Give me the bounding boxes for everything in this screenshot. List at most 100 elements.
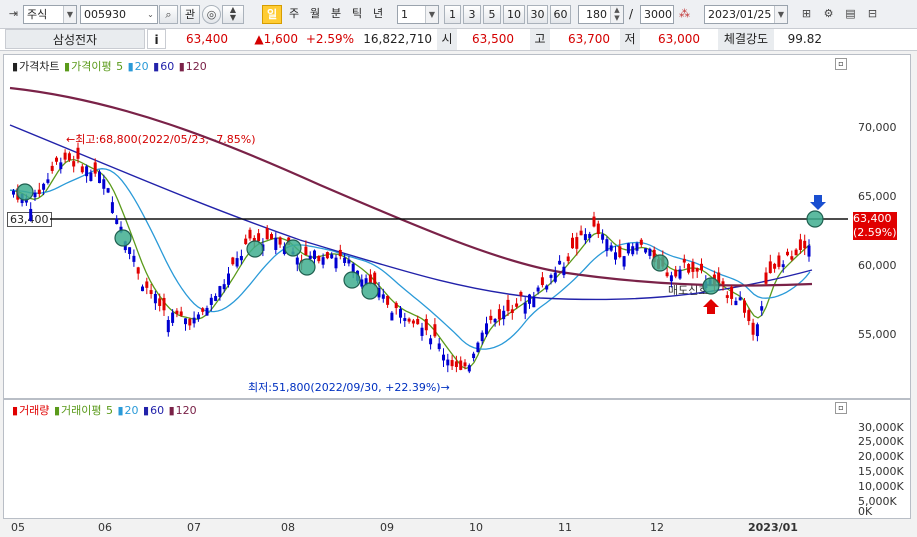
candle-body [519, 292, 523, 296]
candle-body [532, 296, 536, 308]
signal-circle [246, 240, 264, 258]
candle-body [773, 263, 777, 269]
x-label-06: 06 [98, 521, 112, 534]
candle-body [575, 237, 579, 249]
candle-body [747, 310, 751, 322]
candle-body [330, 254, 334, 259]
ma60-line [9, 124, 813, 301]
candle-body [347, 259, 351, 264]
candle-body [201, 308, 205, 312]
candle-body [571, 237, 574, 249]
signal-circle [114, 229, 132, 247]
candle-body [136, 267, 140, 274]
candle-body [459, 360, 463, 370]
signal-circle [702, 277, 720, 295]
candle-body [222, 284, 226, 290]
x-label-11: 11 [558, 521, 572, 534]
vol-axis-0k: 0K [858, 505, 873, 518]
volume-legend-title: 거래량 [19, 404, 50, 417]
candle-body [558, 260, 562, 265]
vol-axis-25000k: 25,000K [858, 435, 904, 448]
candle-body [231, 257, 235, 265]
candle-body [454, 361, 458, 367]
candle-body [682, 258, 686, 263]
candle-body [85, 166, 89, 177]
vol-axis-30000k: 30,000K [858, 421, 904, 434]
vlegend-ma120: 120 [175, 404, 197, 417]
candle-body [205, 307, 209, 316]
candle-body [446, 359, 450, 366]
vol-axis-15000k: 15,000K [858, 465, 904, 478]
candle-body [798, 239, 802, 250]
candle-body [184, 318, 187, 325]
x-label-05: 05 [11, 521, 25, 534]
candle-body [476, 342, 480, 353]
candle-body [411, 320, 415, 324]
candle-body [631, 246, 635, 255]
candle-body [583, 234, 587, 241]
candle-body [442, 354, 445, 361]
candle-body [239, 255, 243, 261]
volume-legend-ma-label: 거래이평 [61, 404, 102, 417]
candle-body [33, 192, 37, 198]
candle-body [545, 285, 549, 290]
candle-body [549, 275, 553, 278]
candle-body [308, 255, 312, 260]
candle-body [648, 248, 652, 256]
vlegend-ma5: 5 [105, 404, 113, 417]
candle-body [665, 272, 669, 277]
candle-body [463, 362, 467, 367]
candle-body [50, 165, 54, 171]
vlegend-ma20: 20 [124, 404, 139, 417]
candle-body [695, 268, 699, 272]
candle-body [59, 162, 63, 170]
candle-body [390, 312, 394, 321]
candle-body [403, 318, 407, 321]
candle-body [334, 257, 338, 269]
candle-body [472, 353, 476, 359]
candle-body [429, 338, 433, 345]
candle-body [98, 171, 101, 184]
signal-circle [343, 271, 361, 289]
candle-body [515, 303, 519, 307]
candle-body [274, 237, 278, 250]
candle-body [420, 327, 424, 336]
candle-body [528, 294, 531, 304]
candle-body [523, 302, 527, 314]
signal-circle [298, 258, 316, 276]
candle-body [700, 263, 703, 271]
candle-body [149, 290, 153, 295]
candle-body [93, 162, 97, 174]
candle-body [669, 275, 673, 282]
candle-body [485, 323, 488, 335]
candle-body [489, 315, 493, 321]
candle-body [317, 256, 321, 262]
candle-body [360, 279, 364, 287]
candle-body [566, 256, 570, 262]
x-label-09: 09 [380, 521, 394, 534]
candle-body [192, 317, 196, 324]
signal-circle [284, 239, 302, 257]
candle-body [751, 322, 755, 335]
candle-body [244, 238, 248, 245]
candle-body [687, 264, 691, 273]
candle-body [760, 306, 764, 311]
candle-body [295, 257, 299, 265]
candle-body [76, 147, 80, 159]
candle-body [72, 161, 76, 167]
vlegend-ma60: 60 [150, 404, 165, 417]
x-label-07: 07 [187, 521, 201, 534]
x-label-10: 10 [469, 521, 483, 534]
candle-body [46, 179, 50, 183]
candle-body [497, 309, 501, 320]
candle-body [141, 286, 144, 292]
candle-body [29, 208, 33, 221]
candle-body [214, 296, 218, 301]
vol-axis-10000k: 10,000K [858, 480, 904, 493]
candle-body [596, 223, 600, 235]
candle-body [433, 324, 437, 337]
up-arrow-icon [703, 299, 719, 314]
volume-panel-menu-icon[interactable]: ▫ [835, 402, 847, 414]
candle-body [510, 309, 514, 313]
candle-body [386, 295, 390, 305]
